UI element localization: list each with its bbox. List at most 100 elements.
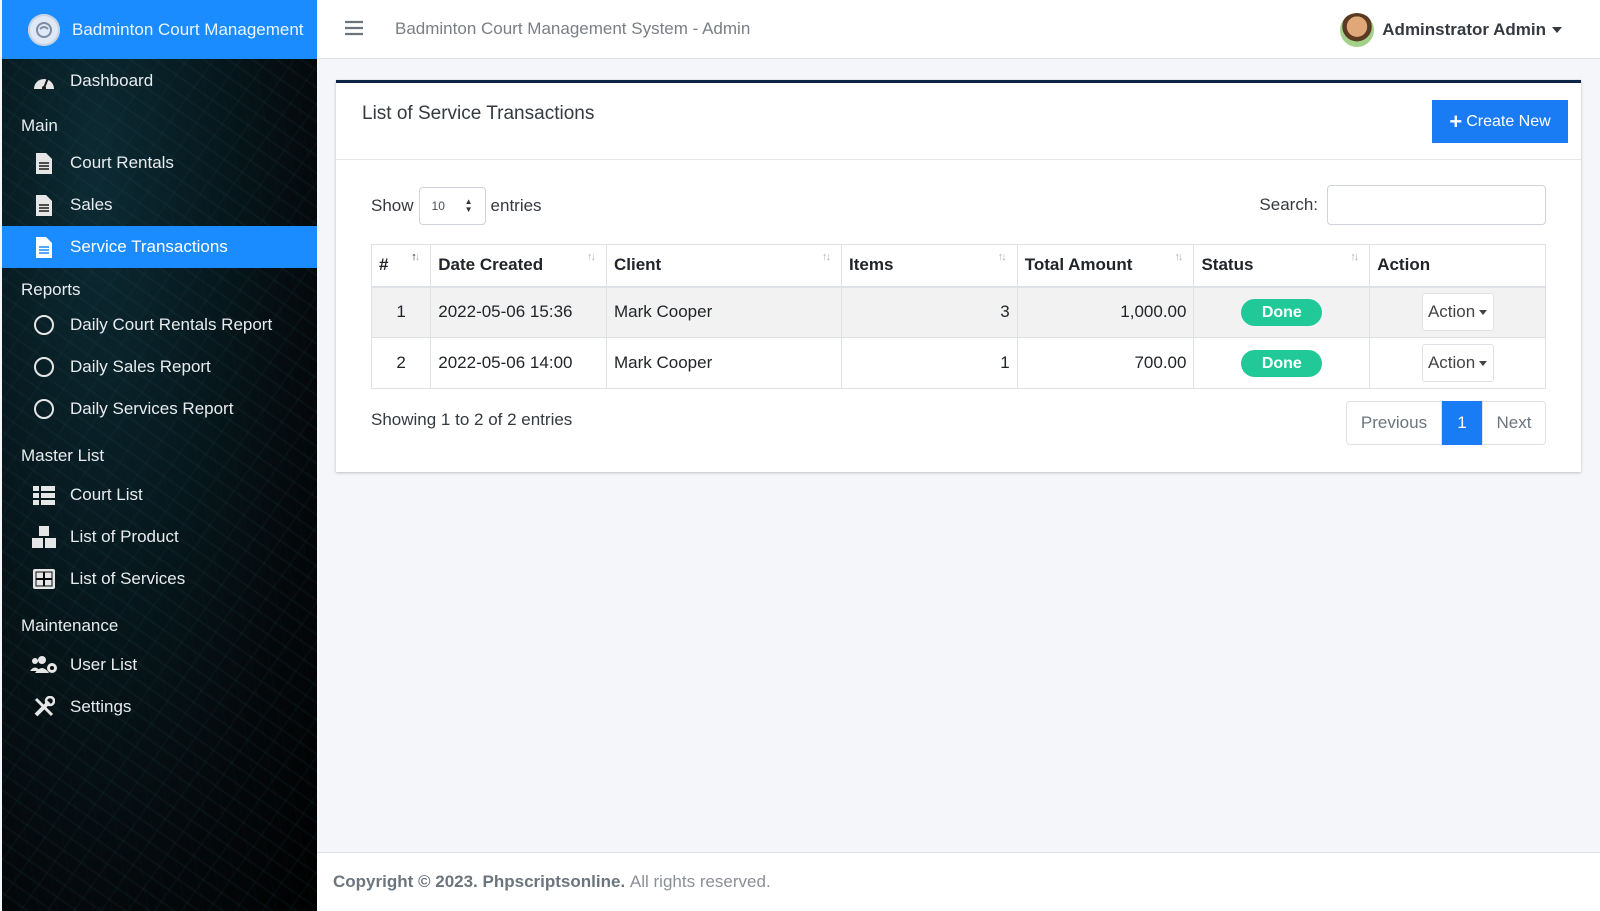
nav-header-reports: Reports bbox=[21, 280, 81, 299]
card-header: List of Service Transactions + Create Ne… bbox=[336, 83, 1581, 160]
sort-icon: ↑↓ bbox=[1350, 251, 1359, 263]
nav-header-main: Main bbox=[21, 116, 58, 135]
sidebar-item-label: Daily Services Report bbox=[70, 399, 234, 418]
brand-logo-icon bbox=[28, 13, 60, 46]
page-title: List of Service Transactions bbox=[362, 103, 595, 124]
page-1-button[interactable]: 1 bbox=[1442, 401, 1482, 445]
cell-client: Mark Cooper bbox=[605, 286, 842, 338]
sort-icon: ↑↓ bbox=[1174, 251, 1183, 263]
user-name: Adminstrator Admin bbox=[1382, 20, 1546, 39]
footer-rights: All rights reserved. bbox=[629, 872, 771, 891]
cell-items: 1 bbox=[840, 337, 1018, 389]
entries-value: 10 bbox=[431, 199, 445, 213]
footer: Copyright © 2023. Phpscriptsonline. All … bbox=[317, 852, 1600, 911]
user-menu[interactable]: Adminstrator Admin bbox=[1340, 13, 1562, 47]
previous-page-button[interactable]: Previous bbox=[1346, 401, 1442, 445]
entries-length: Show 10 ▲ ▼ entries bbox=[371, 187, 542, 225]
sidebar-item-court-list[interactable]: Court List bbox=[2, 474, 317, 516]
tools-icon bbox=[30, 693, 58, 721]
sort-icon: ↑↓ bbox=[586, 251, 596, 263]
sidebar-item-list-of-product[interactable]: List of Product bbox=[2, 516, 317, 558]
sort-icon: ↑↓ bbox=[821, 251, 831, 263]
sidebar-item-service-transactions[interactable]: Service Transactions bbox=[2, 226, 317, 268]
th-list-icon bbox=[30, 481, 58, 509]
column-header-date-created[interactable]: Date Created ↑↓ bbox=[430, 244, 607, 288]
th-large-icon bbox=[30, 565, 58, 593]
cell-client: Mark Cooper bbox=[605, 337, 842, 389]
plus-icon: + bbox=[1449, 108, 1463, 134]
nav-header-master-list: Master List bbox=[21, 446, 105, 465]
cell-items: 3 bbox=[840, 286, 1018, 338]
cell-number: 2 bbox=[370, 337, 432, 389]
sidebar-item-dashboard[interactable]: Dashboard bbox=[2, 60, 317, 102]
service-transactions-card: List of Service Transactions + Create Ne… bbox=[336, 80, 1581, 472]
sidebar-item-settings[interactable]: Settings bbox=[2, 686, 317, 728]
column-header-number[interactable]: # ↑↓ bbox=[370, 244, 432, 288]
table-search: Search: bbox=[1259, 185, 1546, 225]
sidebar: Badminton Court Management Dashboard Mai… bbox=[2, 0, 317, 911]
create-new-label: Create New bbox=[1466, 112, 1551, 130]
cell-date-created: 2022-05-06 15:36 bbox=[430, 286, 607, 338]
boxes-icon bbox=[30, 523, 58, 551]
file-text-icon bbox=[30, 191, 58, 219]
footer-company-link[interactable]: Phpscriptsonline. bbox=[483, 872, 626, 892]
transactions-table: # ↑↓ Date Created ↑↓ Client ↑↓ Items ↑↓ Tota… bbox=[370, 244, 1546, 389]
sidebar-item-daily-services-report[interactable]: Daily Services Report bbox=[2, 388, 317, 430]
sidebar-item-label: Court List bbox=[70, 485, 143, 504]
cell-action: Action bbox=[1369, 337, 1546, 389]
entries-select[interactable]: 10 ▲ ▼ bbox=[418, 187, 486, 225]
hamburger-menu-icon[interactable] bbox=[345, 16, 369, 42]
table-row: 1 2022-05-06 15:36 Mark Cooper 3 1,000.0… bbox=[370, 286, 1546, 338]
cell-number: 1 bbox=[370, 286, 432, 338]
table-info: Showing 1 to 2 of 2 entries bbox=[371, 410, 573, 429]
sort-arrows-icon: ▲ ▼ bbox=[464, 197, 473, 214]
sidebar-item-label: Court Rentals bbox=[70, 153, 174, 172]
nav-header-maintenance: Maintenance bbox=[21, 616, 119, 635]
sidebar-item-court-rentals[interactable]: Court Rentals bbox=[2, 142, 317, 184]
sidebar-item-label: Daily Court Rentals Report bbox=[70, 315, 273, 334]
entries-label: entries bbox=[490, 196, 542, 215]
status-badge: Done bbox=[1241, 349, 1323, 377]
sidebar-item-label: Sales bbox=[70, 195, 113, 214]
search-input[interactable] bbox=[1327, 185, 1546, 225]
sidebar-item-label: List of Services bbox=[70, 569, 186, 588]
search-label: Search: bbox=[1259, 195, 1318, 214]
action-dropdown-button[interactable]: Action bbox=[1421, 344, 1494, 382]
create-new-button[interactable]: + Create New bbox=[1432, 100, 1568, 143]
file-text-icon bbox=[30, 233, 58, 261]
table-header-row: # ↑↓ Date Created ↑↓ Client ↑↓ Items ↑↓ Tota… bbox=[370, 244, 1546, 288]
caret-down-icon bbox=[1479, 309, 1488, 315]
caret-down-icon bbox=[1552, 27, 1562, 33]
sidebar-item-label: Daily Sales Report bbox=[70, 357, 211, 376]
footer-copyright: Copyright © 2023. bbox=[333, 872, 478, 891]
action-dropdown-button[interactable]: Action bbox=[1421, 293, 1494, 332]
sidebar-item-label: Service Transactions bbox=[70, 237, 228, 256]
circle-icon bbox=[30, 353, 58, 381]
cell-action: Action bbox=[1369, 286, 1546, 338]
cell-date-created: 2022-05-06 14:00 bbox=[430, 337, 607, 389]
status-badge: Done bbox=[1241, 298, 1323, 326]
sidebar-item-daily-court-rentals-report[interactable]: Daily Court Rentals Report bbox=[2, 304, 317, 346]
column-header-client[interactable]: Client ↑↓ bbox=[605, 244, 842, 288]
sort-asc-icon: ↑↓ bbox=[411, 251, 420, 263]
column-header-action: Action bbox=[1369, 244, 1546, 288]
sidebar-item-user-list[interactable]: User List bbox=[2, 644, 317, 686]
avatar bbox=[1340, 13, 1375, 47]
sidebar-item-daily-sales-report[interactable]: Daily Sales Report bbox=[2, 346, 317, 388]
tachometer-icon bbox=[30, 67, 58, 95]
column-header-status[interactable]: Status ↑↓ bbox=[1193, 244, 1371, 288]
top-navbar: Badminton Court Management System - Admi… bbox=[317, 0, 1600, 59]
table-controls: Show 10 ▲ ▼ entries Search: bbox=[371, 185, 1546, 227]
column-header-total-amount[interactable]: Total Amount ↑↓ bbox=[1016, 244, 1195, 288]
circle-icon bbox=[30, 395, 58, 423]
sidebar-item-list-of-services[interactable]: List of Services bbox=[2, 558, 317, 600]
cell-status: Done bbox=[1193, 286, 1371, 338]
users-cog-icon bbox=[30, 651, 58, 679]
next-page-button[interactable]: Next bbox=[1482, 401, 1546, 445]
show-label: Show bbox=[371, 196, 414, 215]
column-header-items[interactable]: Items ↑↓ bbox=[840, 244, 1018, 288]
table-row: 2 2022-05-06 14:00 Mark Cooper 1 700.00 … bbox=[370, 337, 1546, 389]
sidebar-item-sales[interactable]: Sales bbox=[2, 184, 317, 226]
brand-link[interactable]: Badminton Court Management bbox=[2, 0, 317, 59]
sidebar-nav: Dashboard Main Court Rentals Sales Servi… bbox=[2, 60, 317, 728]
